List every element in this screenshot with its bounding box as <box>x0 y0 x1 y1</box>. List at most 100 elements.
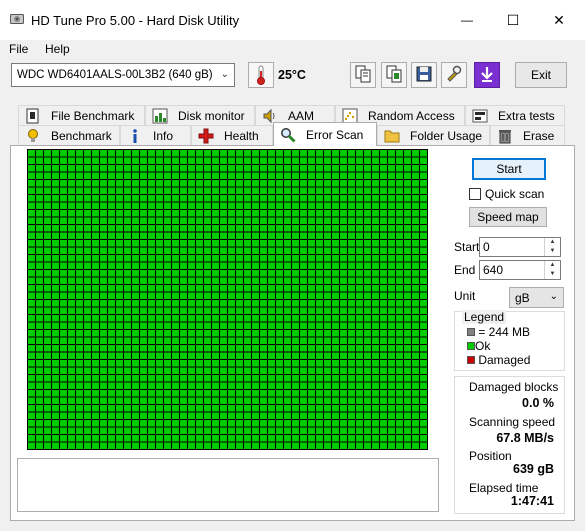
scan-block <box>164 330 171 337</box>
scan-block <box>100 217 107 224</box>
scan-block <box>244 292 251 299</box>
tab-folder-usage[interactable]: Folder Usage <box>377 125 490 145</box>
scan-block <box>284 420 291 427</box>
scan-block <box>108 405 115 412</box>
scan-block <box>228 360 235 367</box>
scan-block <box>268 345 275 352</box>
scan-block <box>404 315 411 322</box>
copy-screenshot-button[interactable] <box>381 62 407 88</box>
options-button[interactable] <box>441 62 467 88</box>
exit-button[interactable]: Exit <box>515 62 567 88</box>
scan-block <box>76 180 83 187</box>
scan-block <box>340 300 347 307</box>
scan-block <box>372 195 379 202</box>
scan-block <box>244 172 251 179</box>
scan-block <box>324 262 331 269</box>
scan-block <box>356 390 363 397</box>
menu-file[interactable]: File <box>9 40 28 59</box>
save-icon <box>415 65 433 86</box>
scan-block <box>124 367 131 374</box>
scan-block <box>396 255 403 262</box>
scan-block <box>292 330 299 337</box>
scan-block <box>84 300 91 307</box>
scan-block <box>412 397 419 404</box>
scan-block <box>76 442 83 449</box>
scan-block <box>388 255 395 262</box>
scan-block <box>244 435 251 442</box>
scan-block <box>140 375 147 382</box>
scan-block <box>380 172 387 179</box>
scan-block <box>292 405 299 412</box>
scan-block <box>124 412 131 419</box>
scan-block <box>372 150 379 157</box>
scan-block <box>324 247 331 254</box>
tab-error-scan[interactable]: Error Scan <box>273 122 377 146</box>
scan-block <box>84 157 91 164</box>
copy-text-button[interactable] <box>350 62 376 88</box>
scan-block <box>268 352 275 359</box>
tab-extra-tests[interactable]: Extra tests <box>465 105 565 125</box>
scan-block <box>276 165 283 172</box>
download-button[interactable] <box>474 62 500 88</box>
scan-block <box>300 300 307 307</box>
scan-block <box>364 277 371 284</box>
drive-select[interactable]: WDC WD6401AALS-00L3B2 (640 gB) ⌄ <box>11 63 235 87</box>
unit-select[interactable]: gB ⌄ <box>509 287 564 308</box>
scan-block <box>388 157 395 164</box>
scan-block <box>68 442 75 449</box>
scan-block <box>220 412 227 419</box>
scan-block <box>348 405 355 412</box>
start-button[interactable]: Start <box>472 158 546 180</box>
scan-block <box>172 217 179 224</box>
close-button[interactable]: ✕ <box>536 0 582 40</box>
save-button[interactable] <box>411 62 437 88</box>
scan-block <box>324 442 331 449</box>
scan-block <box>332 345 339 352</box>
scan-block <box>388 262 395 269</box>
scan-block <box>156 255 163 262</box>
scan-block <box>404 210 411 217</box>
scan-block <box>372 285 379 292</box>
quick-scan-checkbox[interactable] <box>469 188 481 200</box>
scan-block <box>404 360 411 367</box>
scan-block <box>164 270 171 277</box>
tab-disk-monitor[interactable]: Disk monitor <box>145 105 255 125</box>
scan-block <box>292 195 299 202</box>
tab-info[interactable]: Info <box>120 125 191 145</box>
maximize-button[interactable]: ☐ <box>490 0 536 40</box>
scan-block <box>36 157 43 164</box>
scan-block <box>396 157 403 164</box>
scan-block <box>388 172 395 179</box>
tab-file-benchmark[interactable]: File Benchmark <box>18 105 145 125</box>
start-field[interactable]: 0 ▲ ▼ <box>479 237 561 257</box>
scan-block <box>172 202 179 209</box>
tab-health[interactable]: Health <box>191 125 273 145</box>
scan-block <box>100 277 107 284</box>
spinner-arrows-icon[interactable]: ▲ ▼ <box>544 261 560 279</box>
scan-block <box>252 420 259 427</box>
end-field[interactable]: 640 ▲ ▼ <box>479 260 561 280</box>
scan-block <box>220 360 227 367</box>
scan-block <box>52 382 59 389</box>
scan-block <box>364 202 371 209</box>
tab-benchmark[interactable]: Benchmark <box>18 125 120 145</box>
scan-block <box>212 165 219 172</box>
minimize-button[interactable]: — <box>444 0 490 40</box>
scan-block <box>348 187 355 194</box>
tab-erase[interactable]: Erase <box>490 125 565 145</box>
menu-help[interactable]: Help <box>45 40 70 59</box>
scan-block <box>44 315 51 322</box>
scan-block <box>348 315 355 322</box>
scan-block <box>316 157 323 164</box>
speed-map-button[interactable]: Speed map <box>469 207 547 227</box>
scan-block <box>164 255 171 262</box>
scan-block <box>220 157 227 164</box>
scan-block <box>300 195 307 202</box>
scan-block <box>148 330 155 337</box>
spinner-arrows-icon[interactable]: ▲ ▼ <box>544 238 560 256</box>
scan-block <box>124 397 131 404</box>
scan-block <box>52 330 59 337</box>
scan-block <box>388 360 395 367</box>
legend-title: Legend <box>462 310 507 324</box>
scan-block <box>228 180 235 187</box>
